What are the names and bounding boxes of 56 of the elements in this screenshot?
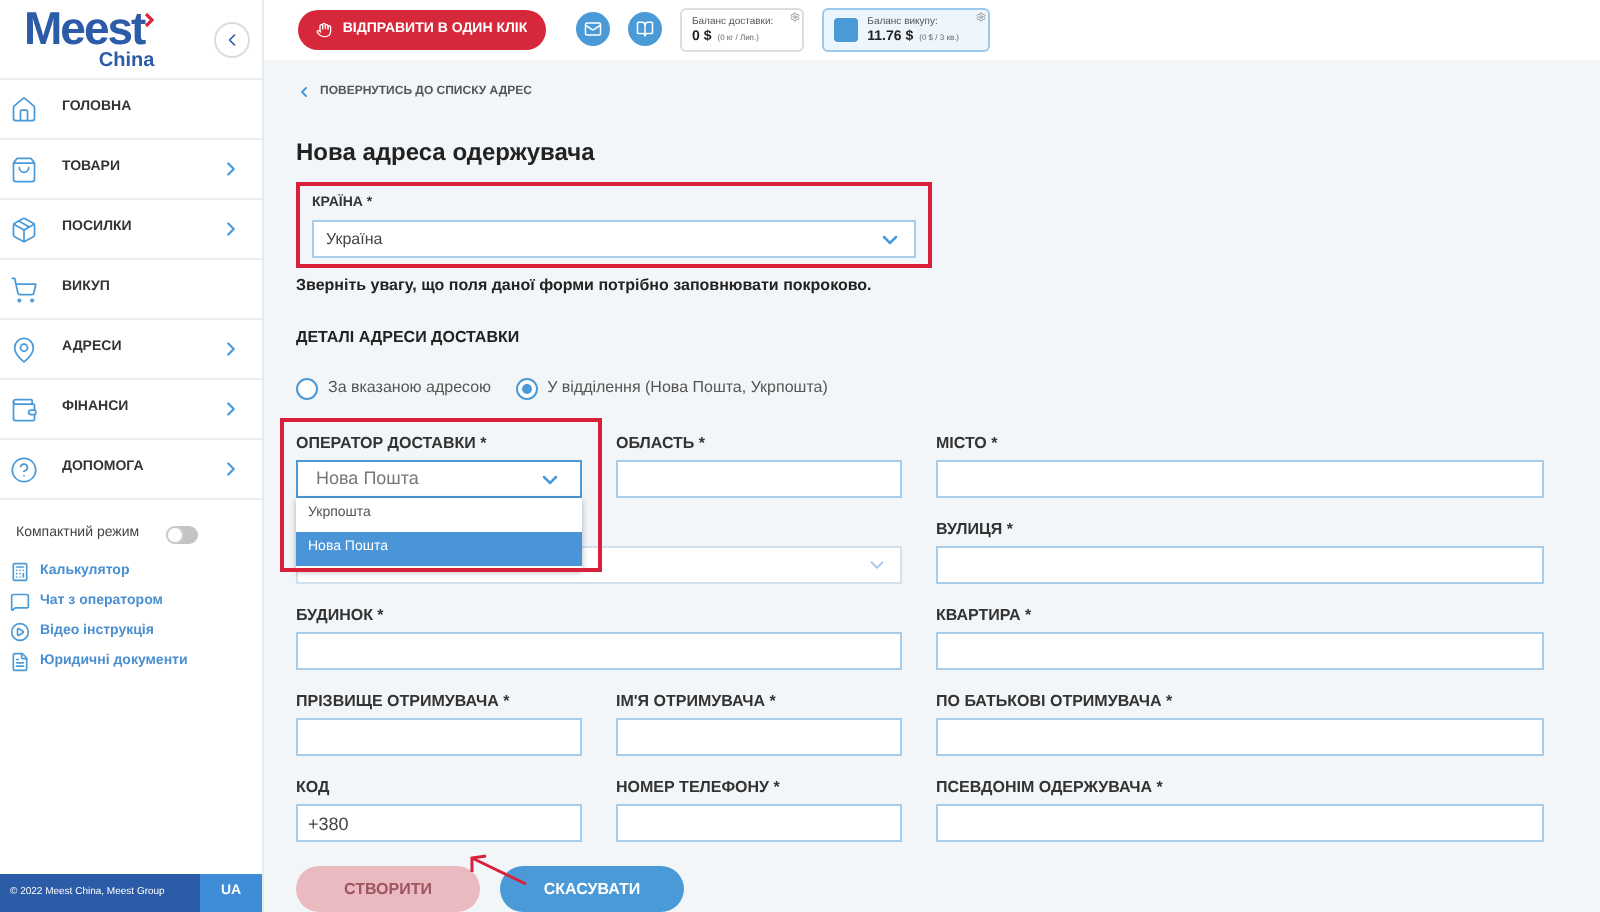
field-label: ПРІЗВИЩЕ ОТРИМУВАЧА * — [296, 692, 512, 712]
wallet-icon — [10, 395, 38, 423]
map-pin-icon — [10, 335, 38, 363]
radio-button[interactable] — [296, 377, 318, 399]
input-field[interactable] — [296, 718, 582, 756]
input-field[interactable]: +380 — [296, 804, 582, 842]
field-label: КВАРТИРА * — [936, 606, 1034, 626]
chevron-left-icon — [296, 84, 312, 100]
document-icon — [10, 652, 30, 672]
input-field[interactable] — [296, 632, 902, 670]
radio-button[interactable] — [515, 377, 538, 399]
field-label: БУДИНОК * — [296, 606, 386, 626]
bag-icon — [10, 155, 38, 183]
field-label: ОПЕРАТОР ДОСТАВКИ * — [296, 434, 489, 454]
field-label: ПО БАТЬКОВІ ОТРИМУВАЧА * — [936, 692, 1175, 712]
help-icon — [10, 455, 38, 483]
hand-icon — [316, 21, 333, 38]
book-icon — [636, 20, 654, 39]
book-button[interactable] — [628, 12, 662, 47]
field-label: КОД — [296, 778, 332, 798]
radio-label: У відділення (Нова Пошта, Укрпошта) — [547, 376, 828, 400]
field-label: ІМ'Я ОТРИМУВАЧА * — [616, 692, 778, 712]
mail-button[interactable] — [576, 12, 610, 47]
field-label: МІСТО * — [936, 434, 1000, 454]
calculator-icon — [10, 562, 30, 582]
compact-mode-switch[interactable] — [166, 525, 198, 544]
settings-icon — [789, 11, 800, 22]
field-label: ОБЛАСТЬ * — [616, 434, 708, 454]
field-label: ВУЛИЦЯ * — [936, 520, 1015, 540]
logo: Meest China — [24, 6, 155, 72]
field-label: НОМЕР ТЕЛЕФОНУ * — [616, 778, 782, 798]
collapse-button[interactable] — [214, 21, 250, 57]
input-field[interactable] — [936, 804, 1544, 842]
input-field[interactable] — [936, 546, 1544, 584]
notice-text: Зверніть увагу, що поля даної форми потрібно заповнювати покроково. — [296, 274, 874, 298]
delivery-operator-select[interactable]: Нова Пошта — [296, 460, 582, 498]
settings-icon — [975, 11, 986, 22]
chat-icon — [10, 592, 30, 612]
mail-icon — [584, 20, 602, 39]
cart-icon — [10, 275, 38, 303]
input-field[interactable] — [616, 718, 902, 756]
play-icon — [10, 622, 30, 642]
input-field[interactable] — [616, 460, 902, 498]
input-field[interactable] — [936, 718, 1544, 756]
radio-label: За вказаною адресою — [328, 376, 492, 400]
input-field[interactable] — [936, 632, 1544, 670]
purchase-icon — [833, 17, 858, 42]
input-field[interactable] — [616, 804, 902, 842]
home-icon — [10, 95, 38, 123]
field-label: ПСЕВДОНІМ ОДЕРЖУВАЧА * — [936, 778, 1165, 798]
country-select[interactable]: Україна — [312, 220, 916, 258]
box-icon — [10, 215, 38, 243]
pointer-arrow — [466, 852, 530, 888]
section-title: ДЕТАЛІ АДРЕСИ ДОСТАВКИ — [296, 326, 522, 350]
input-field[interactable] — [936, 460, 1544, 498]
page-title: Нова адреса одержувача — [296, 135, 597, 169]
